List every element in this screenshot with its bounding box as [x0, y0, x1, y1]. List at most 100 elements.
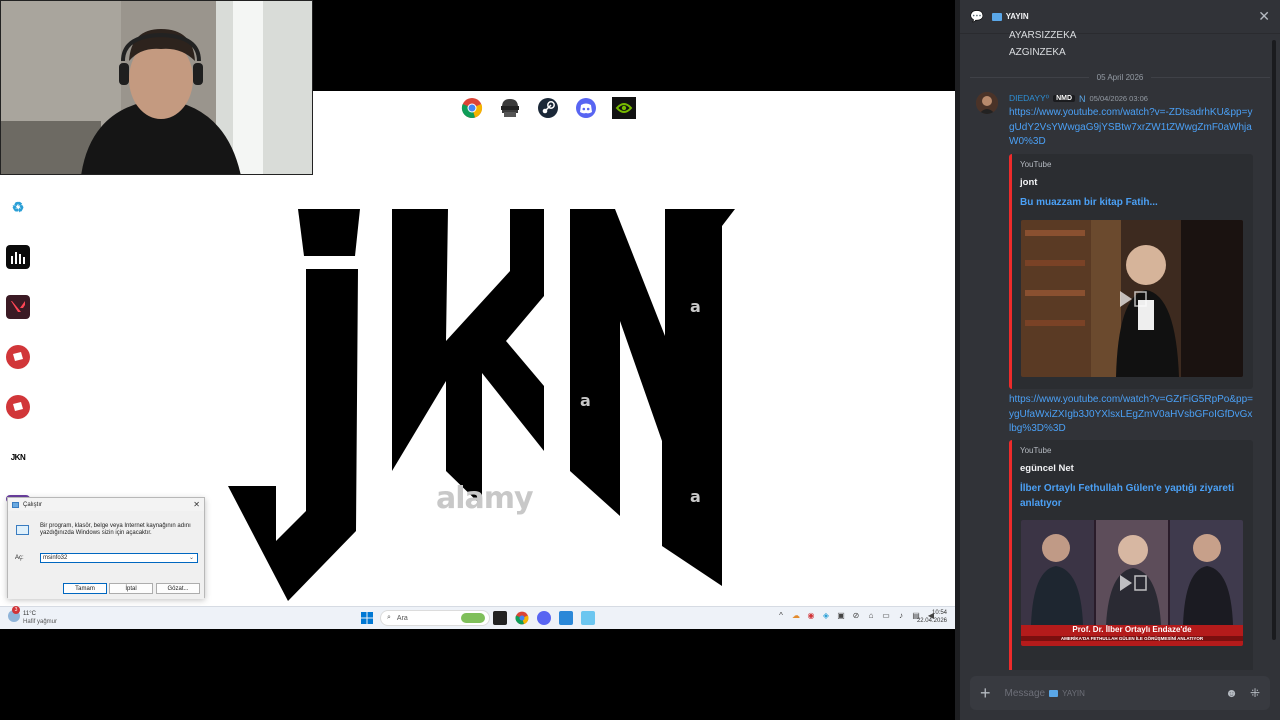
composer-placeholder-text: Message: [1004, 687, 1046, 699]
jkn-shortcut-icon[interactable]: JKN: [6, 445, 30, 469]
message-timestamp: 05/04/2026 03:06: [1089, 94, 1148, 103]
app-tray-icon[interactable]: ▣: [836, 611, 846, 621]
youtube-embed: YouTube egüncel Net İlber Ortaylı Fethul…: [1009, 440, 1253, 670]
app-tray-icon[interactable]: ◉: [806, 611, 816, 621]
chrome-icon[interactable]: [515, 611, 529, 625]
embed-title[interactable]: İlber Ortaylı Fethullah Gülen'e yaptığı …: [1020, 481, 1250, 511]
chevron-down-icon[interactable]: ⌄: [189, 554, 194, 561]
system-tray: ^ ☁ ◉ ◈ ▣ ⊘ ⌂ ▭ ♪ ▤ ◀: [776, 611, 936, 621]
app-tray-icon[interactable]: ◈: [821, 611, 831, 621]
chat-panel: 💬 YAYIN ✕ AYARSIZZEKA AZGINZEKA 05 April…: [955, 0, 1280, 720]
windows-taskbar: 3 11°C Hafif yağmur ⌕ Ara ^ ☁ ◉ ◈ ▣ ⊘ ⌂ …: [0, 606, 955, 629]
thumbnail-subcaption: AMERİKA'DA FETHULLAH GÜLEN İLE GÖRÜŞMESİ…: [1021, 636, 1243, 641]
taskbar-clock[interactable]: 10:54 22.04.2026: [917, 609, 947, 625]
message-link[interactable]: https://www.youtube.com/watch?v=GZrFiG5R…: [1009, 393, 1254, 437]
windows-start-icon[interactable]: [361, 612, 373, 624]
watermark: alamy: [436, 481, 534, 516]
nvidia-icon[interactable]: [611, 95, 637, 121]
run-window-icon[interactable]: [581, 611, 595, 625]
embed-title[interactable]: Bu muazzam bir kitap Fatih...: [1020, 195, 1250, 210]
app-icon[interactable]: [559, 611, 573, 625]
clock-date: 22.04.2026: [916, 618, 947, 624]
thumbnail-caption: Prof. Dr. İlber Ortaylı Endaze'de: [1072, 625, 1192, 634]
webcam-feed: [0, 0, 313, 175]
run-description: Bir program, klasör, belge veya Internet…: [40, 523, 191, 536]
valorant-icon[interactable]: [6, 295, 30, 319]
chat-header: 💬 YAYIN ✕: [960, 0, 1280, 34]
composer-actions: ☻ ⁜: [1225, 686, 1260, 700]
stream-view: a a alamy a ♻ JKN Çalıştır ✕ Bir program…: [0, 0, 955, 720]
emoji-icon[interactable]: ☻: [1225, 686, 1238, 700]
app-tray-icon[interactable]: ⌂: [866, 611, 876, 621]
microphone-icon[interactable]: ♪: [896, 611, 906, 621]
weather-desc: Hafif yağmur: [23, 619, 58, 625]
server-tag-badge: NMD: [1053, 95, 1076, 102]
weather-icon: 3: [8, 606, 20, 622]
run-dialog-body: Bir program, klasör, belge veya Internet…: [8, 511, 204, 599]
display-icon[interactable]: ▭: [881, 611, 891, 621]
message-composer[interactable]: + Message YAYIN ☻ ⁜: [970, 676, 1270, 710]
app-tray-icon[interactable]: ⊘: [851, 611, 861, 621]
search-icon: ⌕: [387, 614, 391, 621]
role-icon: N: [1079, 93, 1086, 104]
discord-icon[interactable]: [537, 611, 551, 625]
screen: a a alamy a ♻ JKN Çalıştır ✕ Bir program…: [0, 0, 1280, 720]
pinned-apps-bar: [459, 95, 637, 121]
channel-name: YAYIN: [1005, 12, 1029, 21]
run-command-input[interactable]: msinfo32 ⌄: [40, 553, 198, 563]
steam-icon[interactable]: [535, 95, 561, 121]
discord-icon[interactable]: [573, 95, 599, 121]
riot-client-icon[interactable]: [6, 395, 30, 419]
watermark: a: [690, 297, 701, 316]
embed-author[interactable]: egüncel Net: [1020, 463, 1074, 474]
youtube-embed: YouTube jont Bu muazzam bir kitap Fatih.…: [1009, 154, 1253, 389]
run-open-label: Aç:: [15, 555, 24, 561]
add-attachment-icon[interactable]: +: [980, 683, 991, 704]
search-placeholder: Ara: [396, 614, 408, 622]
chevron-up-icon[interactable]: ^: [776, 611, 786, 621]
previous-message-line: AZGINZEKA: [1009, 47, 1066, 58]
file-explorer-icon[interactable]: [493, 611, 507, 625]
date-divider-label: 05 April 2026: [1096, 72, 1144, 82]
watermark: a: [690, 487, 701, 506]
message-list: AYARSIZZEKA AZGINZEKA 05 April 2026 DIED…: [960, 30, 1280, 670]
chrome-icon[interactable]: [459, 95, 485, 121]
watermark: a: [580, 391, 591, 410]
message-link[interactable]: https://www.youtube.com/watch?v=-ZDtsadr…: [1009, 106, 1254, 150]
play-icon[interactable]: [1117, 289, 1147, 309]
video-thumbnail[interactable]: Prof. Dr. İlber Ortaylı Endaze'de AMERİK…: [1021, 520, 1243, 646]
message-header: DIEDAYY⁰ NMD N 05/04/2026 03:06: [1009, 93, 1148, 104]
date-divider: 05 April 2026: [970, 70, 1271, 84]
wallpaper-jkn-logo: a a alamy a: [210, 201, 750, 601]
pubg-icon[interactable]: [497, 95, 523, 121]
embed-author[interactable]: jont: [1020, 177, 1037, 188]
video-thumbnail[interactable]: [1021, 220, 1243, 377]
cloud-icon[interactable]: ☁: [791, 611, 801, 621]
monitor-icon: [1049, 689, 1059, 697]
composer-channel: YAYIN: [1062, 688, 1085, 698]
chat-bubble-icon: 💬: [970, 11, 984, 23]
run-app-icon: [12, 501, 19, 508]
riot-client-icon[interactable]: [6, 345, 30, 369]
audio-bars-icon[interactable]: [6, 245, 30, 269]
play-icon[interactable]: [1117, 573, 1147, 593]
previous-message-line: AYARSIZZEKA: [1009, 30, 1077, 41]
avatar[interactable]: [976, 92, 998, 114]
search-highlight-icon: [461, 613, 485, 623]
clock-time: 10:54: [931, 610, 947, 616]
close-icon[interactable]: ✕: [1258, 8, 1270, 25]
message-username[interactable]: DIEDAYY⁰: [1009, 93, 1049, 104]
browse-button[interactable]: Gözat...: [156, 583, 200, 594]
notification-badge: 3: [12, 606, 20, 614]
taskbar-search-box[interactable]: ⌕ Ara: [380, 610, 490, 626]
close-icon[interactable]: ✕: [193, 500, 200, 509]
cancel-button[interactable]: İptal: [109, 583, 153, 594]
weather-widget[interactable]: 3 11°C Hafif yağmur: [8, 606, 58, 626]
run-command-value: msinfo32: [43, 555, 68, 561]
apps-icon[interactable]: ⁜: [1250, 686, 1260, 700]
ok-button[interactable]: Tamam: [63, 583, 107, 594]
embed-provider: YouTube: [1020, 446, 1052, 455]
recycle-bin-icon[interactable]: ♻: [6, 195, 30, 219]
run-program-icon: [16, 525, 29, 535]
embed-provider: YouTube: [1020, 160, 1052, 169]
